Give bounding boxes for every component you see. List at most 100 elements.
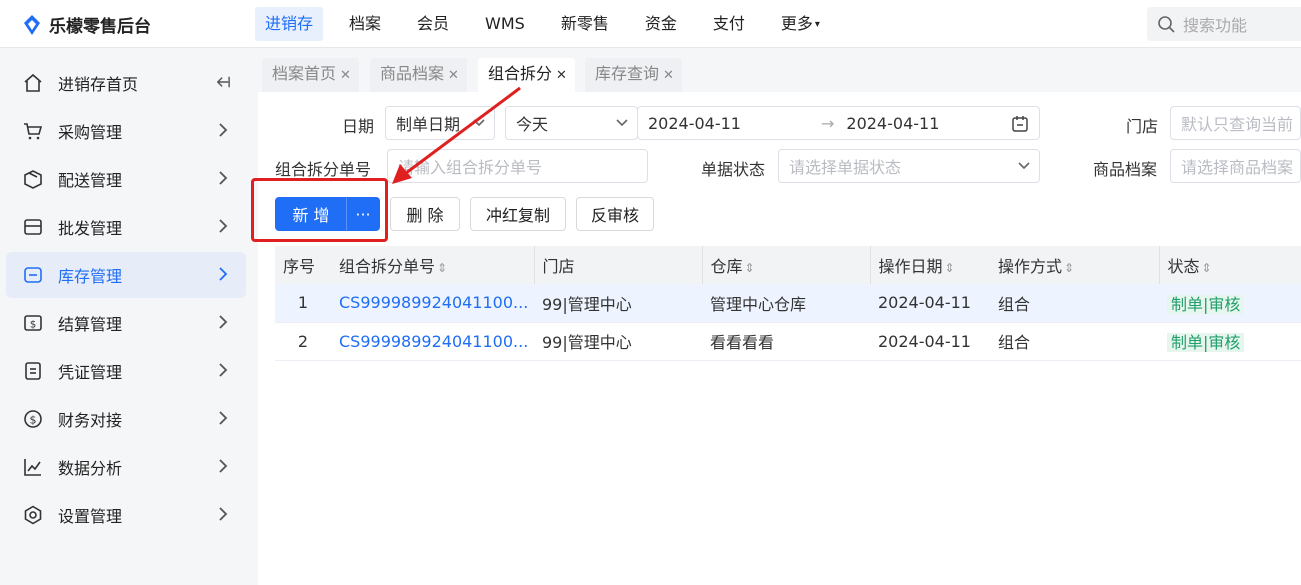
status-badge: 制单|审核: [1167, 333, 1245, 352]
col-header-label: 操作日期: [878, 257, 943, 276]
sidebar-item-settings[interactable]: 设置管理: [6, 492, 246, 538]
reverse-copy-button[interactable]: 冲红复制: [470, 197, 566, 231]
col-header-label: 序号: [283, 257, 316, 276]
inventory-icon: [22, 264, 44, 286]
status-badge: 制单|审核: [1167, 294, 1245, 314]
table-row[interactable]: 2 CS999989924041100... 99|管理中心 看看看看 2024…: [275, 322, 1301, 361]
sidebar-item-wholesale[interactable]: 批发管理: [6, 204, 246, 250]
close-icon[interactable]: ✕: [340, 68, 351, 83]
col-header-date[interactable]: 操作日期 ⇕: [869, 246, 990, 284]
top-nav-more-label: 更多: [780, 14, 813, 33]
top-nav-wms[interactable]: WMS: [475, 7, 535, 41]
annotation-highlight-box: [251, 178, 388, 242]
sort-icon[interactable]: ⇕: [437, 261, 447, 275]
cell-no: 2: [275, 322, 331, 361]
date-label: 日期: [342, 117, 375, 136]
top-nav-member[interactable]: 会员: [407, 7, 459, 41]
col-header-method[interactable]: 操作方式 ⇕: [990, 246, 1159, 284]
date-end[interactable]: 2024-04-11: [846, 114, 939, 133]
delete-button[interactable]: 删 除: [390, 197, 460, 231]
order-no-label: 组合拆分单号: [275, 160, 372, 179]
date-range-picker[interactable]: 2024-04-11 → 2024-04-11: [637, 106, 1040, 140]
brand[interactable]: 乐檬零售后台: [22, 12, 151, 37]
sidebar-item-voucher[interactable]: 凭证管理: [6, 348, 246, 394]
chevron-down-icon: [616, 119, 628, 127]
cell-date: 2024-04-11: [870, 322, 990, 361]
sort-icon[interactable]: ⇕: [1202, 261, 1212, 275]
top-nav-funds[interactable]: 资金: [635, 7, 687, 41]
sidebar-item-label: 凭证管理: [58, 363, 123, 382]
top-nav-new-retail[interactable]: 新零售: [551, 7, 619, 41]
wallet-icon: [22, 216, 44, 238]
top-nav-more[interactable]: 更多 ▾: [771, 7, 830, 41]
sidebar-item-label: 设置管理: [58, 507, 123, 526]
tab-inventory-query[interactable]: 库存查询 ✕: [585, 58, 682, 92]
col-header-order[interactable]: 组合拆分单号 ⇕: [331, 246, 534, 284]
cell-store: 99|管理中心: [534, 322, 702, 361]
cell-status: 制单|审核: [1159, 284, 1301, 323]
col-header-status[interactable]: 状态 ⇕: [1158, 246, 1301, 284]
combine-split-table: 序号 组合拆分单号 ⇕ 门店 仓库 ⇕ 操作日期 ⇕ 操作方式 ⇕ 状态 ⇕ 1 CS99…: [275, 246, 1301, 361]
settings-icon: [22, 504, 44, 526]
sidebar-item-inventory[interactable]: 库存管理: [6, 252, 246, 298]
store-select[interactable]: 默认只查询当前: [1170, 106, 1301, 140]
search-icon: [1158, 16, 1175, 33]
col-header-label: 门店: [542, 257, 575, 276]
chevron-right-icon: [219, 219, 228, 233]
sidebar-item-label: 结算管理: [58, 315, 123, 334]
close-icon[interactable]: ✕: [556, 68, 567, 83]
top-bar: 乐檬零售后台 进销存 档案 会员 WMS 新零售 资金 支付 更多 ▾ 搜索功能: [0, 0, 1301, 48]
chevron-right-icon: [219, 267, 228, 281]
sidebar-item-finance[interactable]: $ 财务对接: [6, 396, 246, 442]
sidebar-item-label: 库存管理: [58, 267, 123, 286]
top-nav-payment[interactable]: 支付: [703, 7, 755, 41]
sort-icon[interactable]: ⇕: [945, 261, 955, 275]
svg-text:$: $: [30, 320, 36, 331]
store-label: 门店: [1126, 117, 1159, 136]
chart-icon: [22, 456, 44, 478]
top-search[interactable]: 搜索功能: [1147, 7, 1301, 41]
sidebar: 进销存首页 采购管理 配送管理 批发管理 库存管理 $ 结算管理 凭证管理 $ …: [0, 48, 258, 585]
sidebar-item-label: 数据分析: [58, 459, 123, 478]
status-label: 单据状态: [701, 160, 766, 179]
calendar-icon: [1012, 116, 1028, 132]
annotation-arrow-icon: [392, 86, 521, 184]
date-start[interactable]: 2024-04-11: [648, 114, 741, 133]
top-nav-inventory[interactable]: 进销存: [255, 7, 324, 41]
chevron-right-icon: [219, 507, 228, 521]
col-header-store: 门店: [533, 246, 702, 284]
product-select[interactable]: 请选择商品档案: [1170, 149, 1301, 183]
voucher-icon: [22, 360, 44, 382]
cell-status: 制单|审核: [1159, 322, 1301, 361]
cell-order-link[interactable]: CS999989924041100...: [331, 284, 534, 323]
chevron-right-icon: [219, 459, 228, 473]
sidebar-item-settlement[interactable]: $ 结算管理: [6, 300, 246, 346]
close-icon[interactable]: ✕: [663, 68, 674, 83]
collapse-sidebar-icon[interactable]: [216, 73, 230, 91]
col-header-warehouse[interactable]: 仓库 ⇕: [701, 246, 870, 284]
sidebar-item-label: 配送管理: [58, 171, 123, 190]
cell-order-link[interactable]: CS999989924041100...: [331, 322, 534, 361]
sidebar-item-analytics[interactable]: 数据分析: [6, 444, 246, 490]
top-nav: 进销存 档案 会员 WMS 新零售 资金 支付 更多 ▾: [255, 7, 846, 41]
chevron-right-icon: [219, 171, 228, 185]
chevron-right-icon: [219, 315, 228, 329]
sidebar-item-distribution[interactable]: 配送管理: [6, 156, 246, 202]
sort-icon[interactable]: ⇕: [1064, 261, 1074, 275]
tab-archive-home[interactable]: 档案首页 ✕: [262, 58, 359, 92]
top-search-placeholder: 搜索功能: [1183, 16, 1248, 35]
top-nav-archive[interactable]: 档案: [339, 7, 391, 41]
unaudit-button[interactable]: 反审核: [576, 197, 654, 231]
sort-icon[interactable]: ⇕: [745, 261, 755, 275]
sidebar-item-purchase[interactable]: 采购管理: [6, 108, 246, 154]
product-placeholder: 请选择商品档案: [1181, 158, 1294, 177]
table-row[interactable]: 1 CS999989924041100... 99|管理中心 管理中心仓库 20…: [275, 284, 1301, 323]
store-placeholder: 默认只查询当前: [1181, 115, 1294, 134]
status-select[interactable]: 请选择单据状态: [778, 149, 1040, 183]
chevron-right-icon: [219, 411, 228, 425]
caret-down-icon: ▾: [814, 18, 820, 30]
brand-name: 乐檬零售后台: [49, 17, 151, 37]
status-placeholder: 请选择单据状态: [789, 158, 902, 177]
sidebar-item-inventory-home[interactable]: 进销存首页: [6, 60, 246, 106]
chevron-right-icon: [219, 123, 228, 137]
